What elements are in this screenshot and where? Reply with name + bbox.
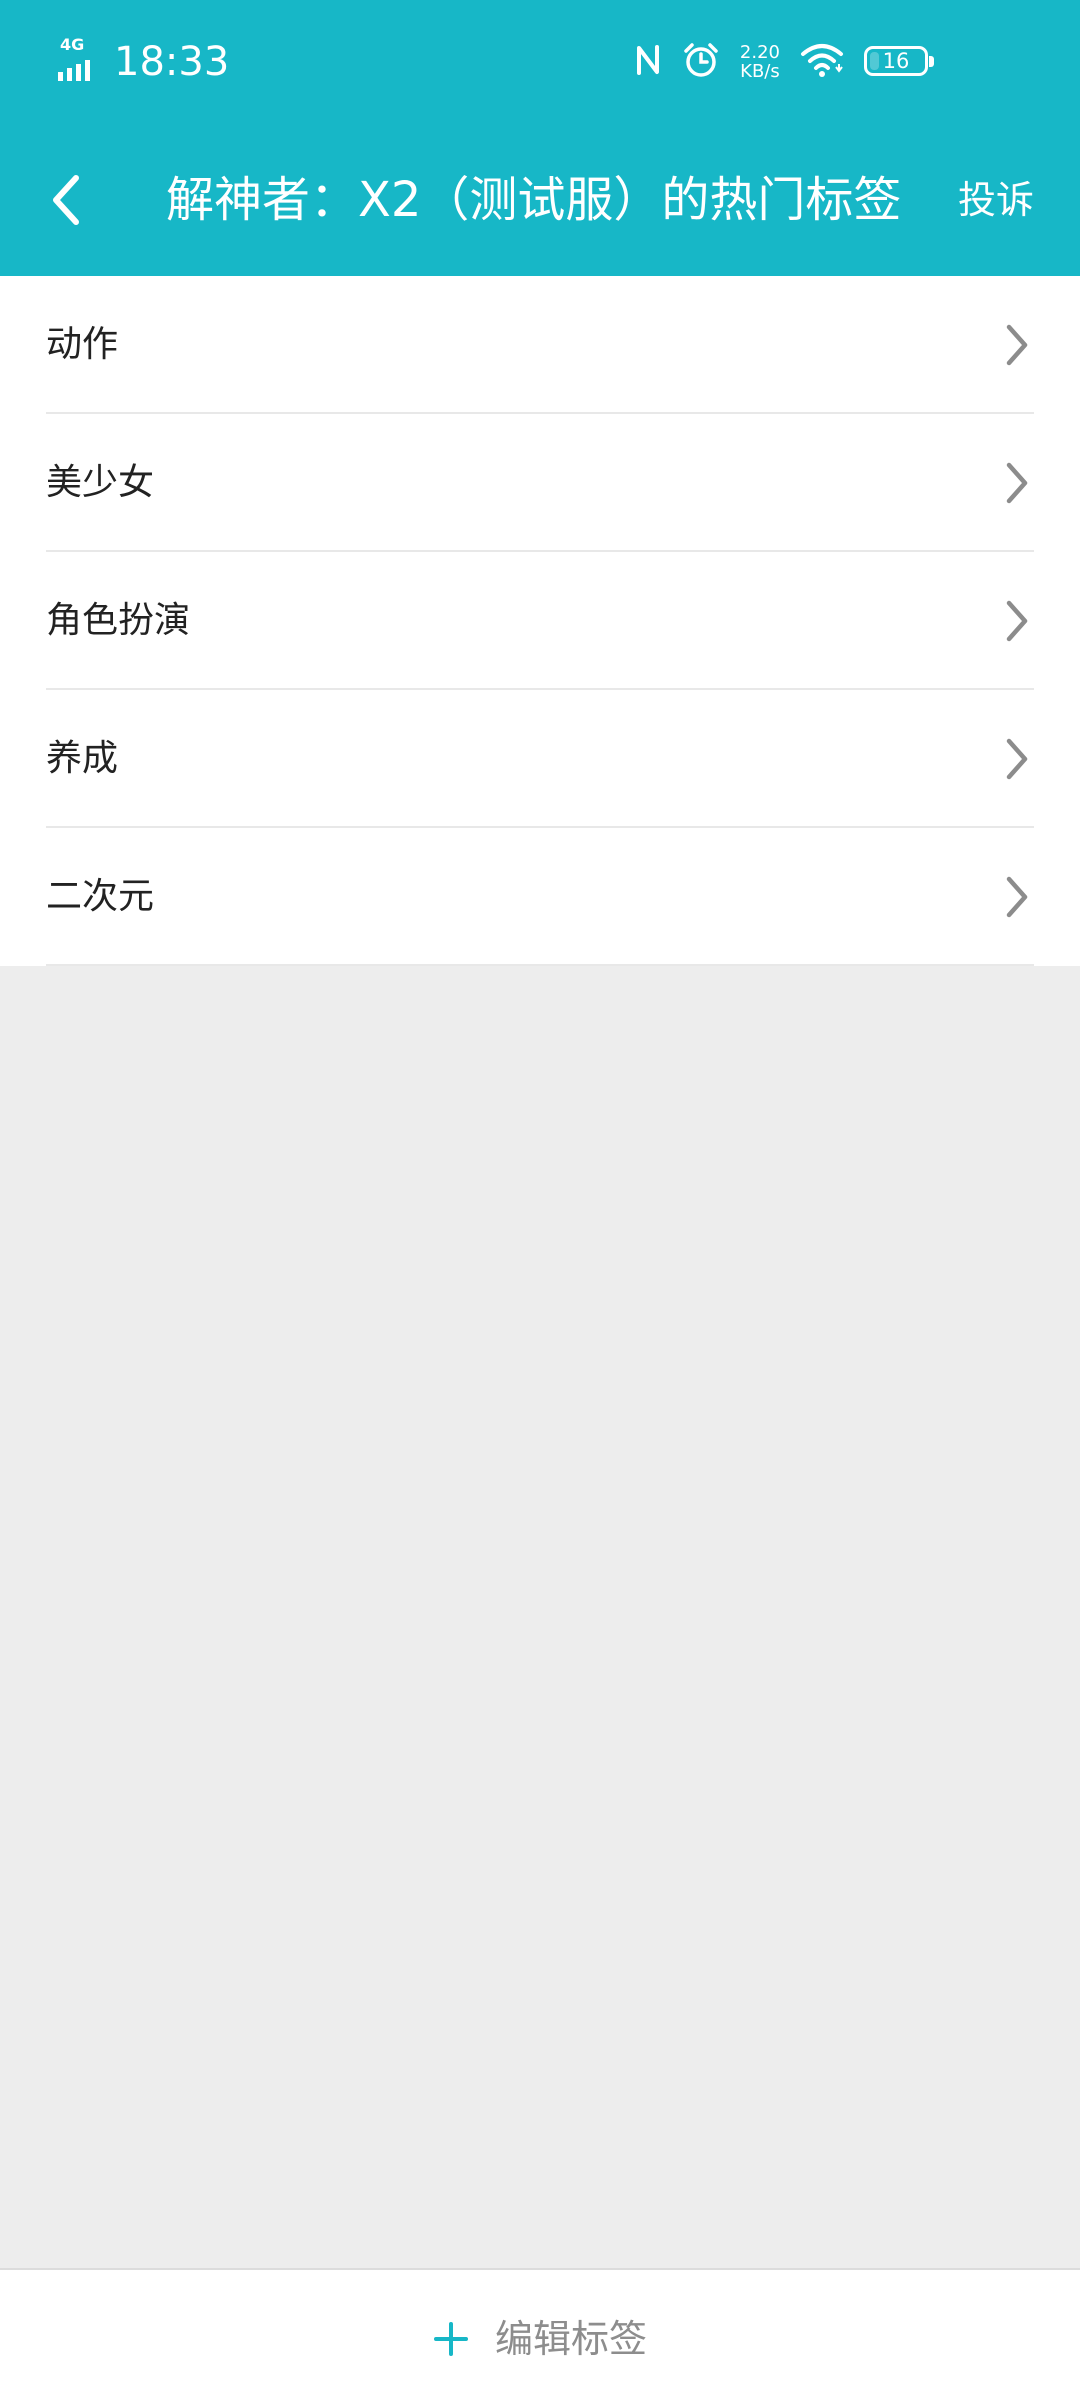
status-icons: 2.20 KB/s [634, 38, 844, 86]
network-speed: 2.20 KB/s [740, 43, 780, 81]
tag-item[interactable]: 动作 [0, 276, 1080, 414]
status-bar: 4G 18:33 2.20 KB/s 16 [0, 0, 1080, 124]
network-type: 4G [60, 35, 85, 54]
back-button[interactable] [36, 164, 96, 236]
tag-label: 二次元 [46, 876, 155, 917]
tag-item[interactable]: 二次元 [0, 828, 1080, 966]
tag-list: 动作 美少女 角色扮演 养成 二次元 [0, 276, 1080, 966]
chevron-right-icon [1006, 876, 1028, 918]
edit-tags-button[interactable]: 编辑标签 [433, 2299, 647, 2379]
edit-tags-label: 编辑标签 [494, 2317, 647, 2361]
nfc-icon [634, 42, 662, 82]
network-speed-value: 2.20 [739, 42, 780, 63]
plus-icon [433, 2322, 468, 2356]
tag-label: 角色扮演 [46, 600, 191, 641]
bottom-bar: 编辑标签 [0, 2268, 1080, 2408]
nav-bar: 解神者：X2（测试服）的热门标签 投诉 [0, 124, 1080, 276]
chevron-right-icon [1006, 324, 1028, 366]
battery-level: 16 [882, 49, 910, 73]
back-arrow-icon [53, 175, 79, 225]
screen: 4G 18:33 2.20 KB/s 16 解神者：X2（测试服）的热门标签 投… [0, 0, 1080, 2408]
cellular-signal-icon: 4G [56, 37, 106, 87]
page-title: 解神者：X2（测试服）的热门标签 [166, 172, 902, 228]
network-speed-unit: KB/s [740, 61, 780, 82]
chevron-right-icon [1006, 600, 1028, 642]
wifi-icon [800, 42, 844, 82]
tag-label: 动作 [46, 324, 119, 365]
status-left: 4G 18:33 [56, 34, 229, 90]
chevron-right-icon [1006, 462, 1028, 504]
tag-label: 美少女 [46, 462, 155, 503]
chevron-right-icon [1006, 738, 1028, 780]
tag-item[interactable]: 角色扮演 [0, 552, 1080, 690]
tag-label: 养成 [46, 738, 119, 779]
report-button[interactable]: 投诉 [958, 174, 1034, 226]
status-time: 18:33 [114, 39, 230, 85]
tag-item[interactable]: 美少女 [0, 414, 1080, 552]
app-header: 4G 18:33 2.20 KB/s 16 解神者：X2（测试服）的热门标签 投… [0, 0, 1080, 276]
tag-item[interactable]: 养成 [0, 690, 1080, 828]
alarm-icon [682, 41, 720, 83]
battery-icon: 16 [864, 46, 934, 76]
